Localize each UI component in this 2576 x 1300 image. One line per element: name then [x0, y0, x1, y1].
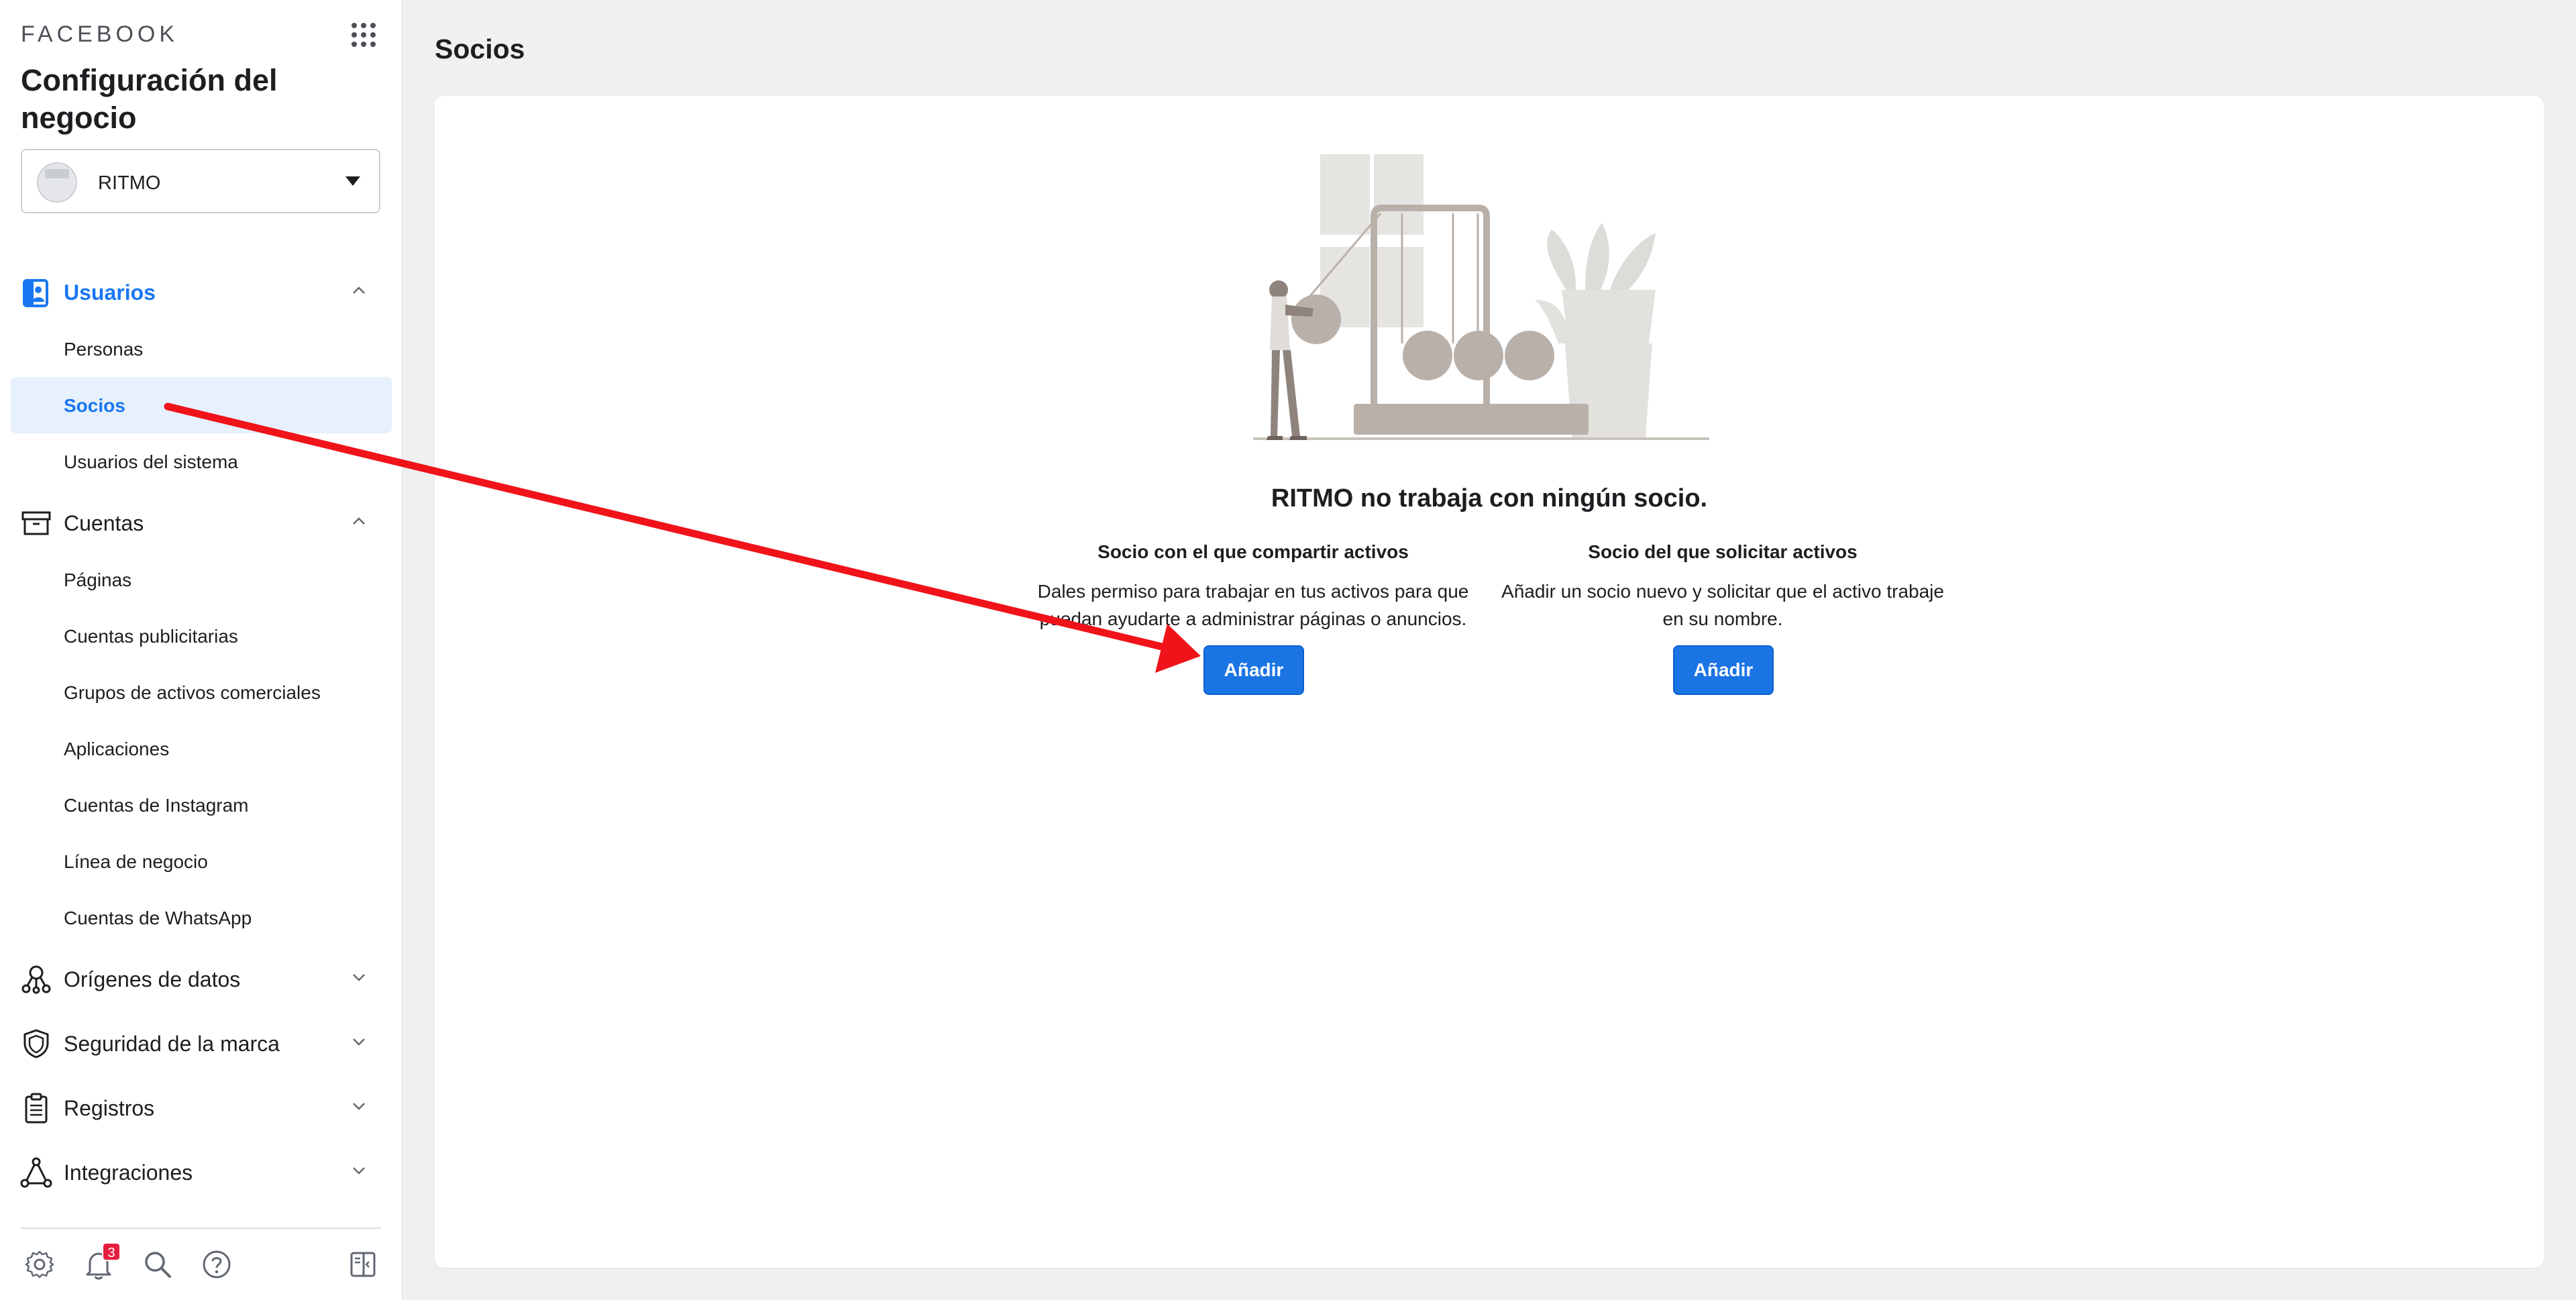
sidebar-section-label: Orígenes de datos [64, 967, 241, 991]
sidebar-section-label: Seguridad de la marca [64, 1032, 280, 1056]
panel-toggle-icon[interactable] [346, 1248, 380, 1281]
sidebar-item-label: Usuarios del sistema [64, 451, 238, 472]
sidebar-item-label: Personas [64, 339, 144, 360]
sidebar-section-usuarios[interactable]: Usuarios [0, 267, 402, 315]
sidebar-item-grupos-de-activos[interactable]: Grupos de activos comerciales [11, 664, 392, 720]
search-icon[interactable] [141, 1248, 174, 1281]
share-assets-description: Dales permiso para trabajar en tus activ… [1037, 581, 1469, 629]
sidebar-item-label: Páginas [64, 570, 132, 590]
sidebar-item-cuentas-de-instagram[interactable]: Cuentas de Instagram [11, 777, 392, 833]
add-partner-share-button[interactable]: Añadir [1203, 645, 1304, 695]
share-assets-title: Socio con el que compartir activos [1097, 541, 1409, 562]
sidebar-item-paginas[interactable]: Páginas [11, 551, 392, 608]
users-badge-icon [23, 279, 48, 307]
sidebar-item-label: Cuentas de Instagram [64, 795, 249, 816]
business-avatar [37, 162, 77, 203]
data-sources-icon [21, 965, 51, 994]
chevron-down-icon [353, 974, 365, 981]
sidebar-section-seguridad-de-la-marca[interactable]: Seguridad de la marca [0, 1018, 402, 1067]
sidebar: FACEBOOK Configuración del negocio RITMO… [0, 0, 402, 1300]
facebook-logo[interactable]: FACEBOOK [21, 21, 178, 48]
sidebar-item-aplicaciones[interactable]: Aplicaciones [11, 720, 392, 777]
page-title: Socios [435, 34, 525, 64]
sidebar-section-origenes-de-datos[interactable]: Orígenes de datos [0, 954, 402, 1002]
request-assets-description: Añadir un socio nuevo y solicitar que el… [1501, 581, 1944, 629]
newtons-cradle-illustration [1253, 154, 1709, 440]
sidebar-item-usuarios-del-sistema[interactable]: Usuarios del sistema [11, 433, 392, 490]
request-assets-column: Socio del que solicitar activos Añadir u… [1501, 540, 1944, 633]
apps-grid-icon[interactable] [350, 21, 377, 48]
shield-icon [23, 1029, 49, 1059]
sidebar-item-cuentas-publicitarias[interactable]: Cuentas publicitarias [11, 608, 392, 664]
sidebar-section-label: Integraciones [64, 1160, 193, 1185]
business-name: RITMO [98, 172, 161, 194]
gear-icon[interactable] [23, 1248, 56, 1281]
sidebar-item-personas[interactable]: Personas [11, 321, 392, 377]
business-selector[interactable]: RITMO [21, 149, 380, 213]
chevron-down-icon [353, 1103, 365, 1110]
chevron-down-icon [353, 1167, 365, 1175]
sidebar-item-label: Socios [64, 395, 125, 416]
caret-down-icon [345, 176, 360, 186]
add-partner-request-button[interactable]: Añadir [1673, 645, 1774, 695]
sidebar-item-label: Grupos de activos comerciales [64, 682, 321, 703]
sidebar-section-registros[interactable]: Registros [0, 1083, 402, 1131]
sidebar-section-integraciones[interactable]: Integraciones [0, 1147, 402, 1195]
sidebar-item-label: Aplicaciones [64, 739, 170, 759]
archive-box-icon [21, 511, 51, 535]
sidebar-item-linea-de-negocio[interactable]: Línea de negocio [11, 833, 392, 889]
page-heading: Configuración del negocio [21, 63, 278, 135]
clipboard-icon [25, 1093, 48, 1124]
sidebar-section-cuentas[interactable]: Cuentas [0, 498, 402, 546]
share-assets-column: Socio con el que compartir activos Dales… [1032, 540, 1474, 633]
chevron-up-icon [353, 286, 365, 294]
sidebar-item-label: Línea de negocio [64, 851, 208, 872]
sidebar-item-socios[interactable]: Socios [11, 377, 392, 433]
chevron-up-icon [353, 517, 365, 525]
sidebar-item-cuentas-de-whatsapp[interactable]: Cuentas de WhatsApp [11, 889, 392, 946]
integrations-icon [20, 1157, 52, 1188]
notification-badge: 3 [102, 1242, 121, 1261]
sidebar-section-label: Usuarios [64, 280, 156, 305]
sidebar-divider [21, 1228, 381, 1229]
sidebar-item-label: Cuentas de WhatsApp [64, 908, 252, 928]
request-assets-title: Socio del que solicitar activos [1588, 541, 1858, 562]
help-icon[interactable] [200, 1248, 233, 1281]
sidebar-section-label: Cuentas [64, 511, 144, 535]
sidebar-section-label: Registros [64, 1096, 155, 1120]
sidebar-item-label: Cuentas publicitarias [64, 626, 238, 647]
chevron-down-icon [353, 1038, 365, 1046]
empty-state-heading: RITMO no trabaja con ningún socio. [1271, 484, 1708, 512]
